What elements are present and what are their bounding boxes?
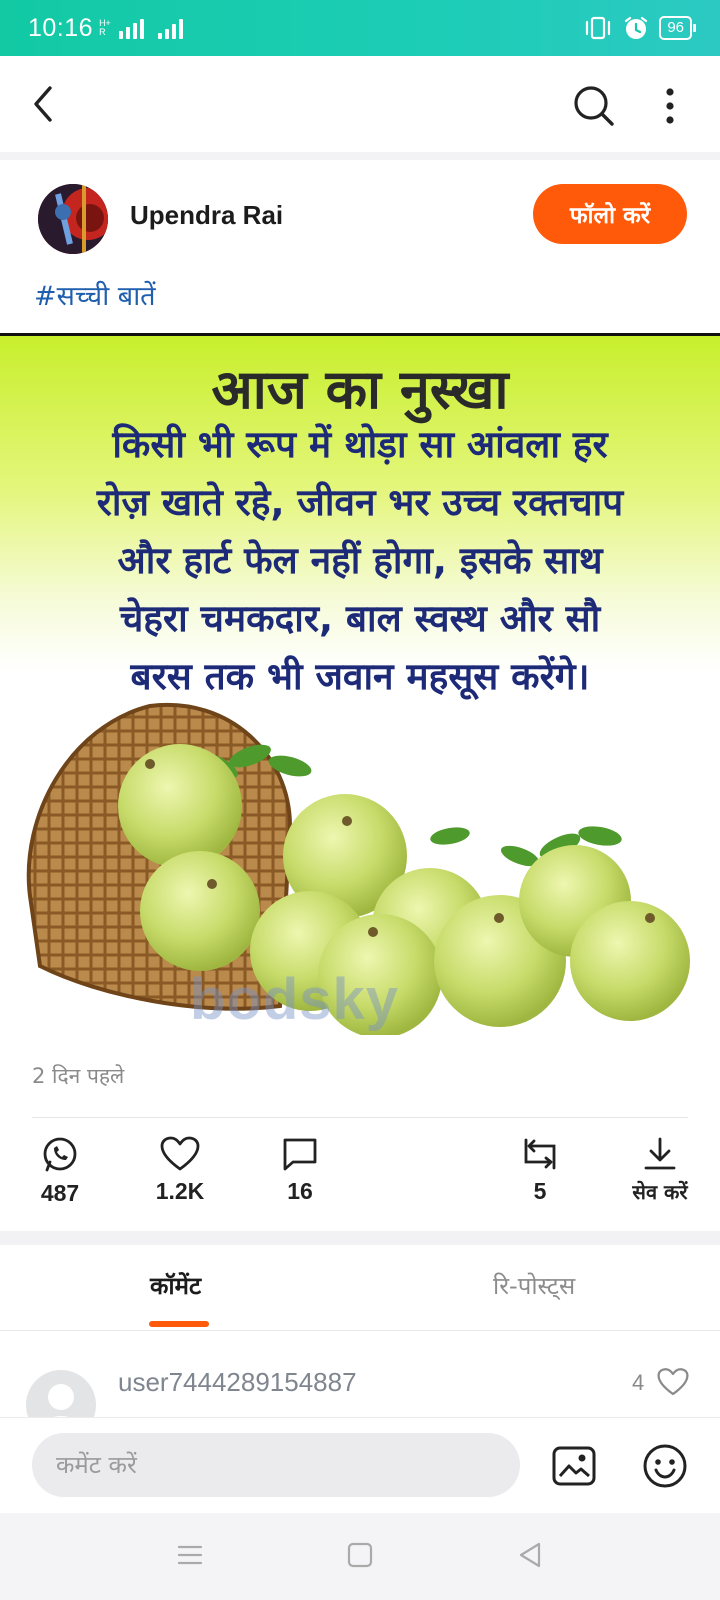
back-button[interactable] — [18, 78, 70, 130]
like-button[interactable]: 1.2K — [125, 1136, 235, 1205]
home-square-icon — [347, 1542, 373, 1568]
comment-input[interactable] — [32, 1433, 520, 1497]
save-button[interactable]: सेव करें — [605, 1136, 715, 1205]
whatsapp-share-button[interactable]: 487 — [5, 1136, 115, 1207]
back-triangle-icon — [519, 1542, 541, 1568]
nav-back-button[interactable] — [508, 1533, 552, 1577]
whatsapp-icon — [43, 1137, 77, 1172]
comment-button[interactable]: 16 — [245, 1136, 355, 1205]
active-tab-indicator — [149, 1321, 209, 1327]
status-time: 10:16 — [28, 13, 94, 42]
heart-icon — [160, 1136, 200, 1171]
tab-comments[interactable]: कॉमेंट — [150, 1269, 201, 1302]
comment-heart-icon[interactable] — [657, 1367, 689, 1397]
avatar-image — [38, 184, 108, 254]
repost-button[interactable]: 5 — [485, 1136, 595, 1205]
signal-icon-2 — [158, 17, 184, 39]
battery-indicator: 96 — [659, 16, 696, 40]
comment-count: 16 — [287, 1178, 313, 1204]
comment-icon — [283, 1138, 317, 1171]
repost-icon — [524, 1138, 556, 1170]
image-text-line: रोज़ खाते रहे, जीवन भर उच्च रक्तचाप — [96, 481, 624, 524]
section-divider — [0, 1231, 720, 1245]
image-text: किसी भी रूप में थोड़ा सा आंवला हर रोज़ ख… — [10, 416, 710, 706]
system-nav-bar — [0, 1513, 720, 1600]
header-divider — [0, 152, 720, 160]
whatsapp-count: 487 — [40, 1180, 80, 1206]
image-title: आज का नुस्खा — [211, 358, 509, 421]
comment-like-count: 4 — [632, 1370, 645, 1395]
like-count: 1.2K — [155, 1178, 205, 1204]
commenter-name[interactable]: user7444289154887 — [118, 1367, 357, 1398]
save-label: सेव करें — [632, 1180, 688, 1204]
more-options-button[interactable] — [648, 78, 692, 134]
image-text-line: चेहरा चमकदार, बाल स्वस्थ और सौ — [119, 597, 601, 640]
repost-count: 5 — [533, 1178, 547, 1204]
back-arrow-icon — [34, 86, 52, 122]
search-button[interactable] — [566, 78, 622, 134]
tab-reposts[interactable]: रि-पोस्ट्स — [493, 1269, 575, 1302]
alarm-icon — [625, 16, 648, 39]
post-time: 2 दिन पहले — [32, 1064, 125, 1088]
image-icon — [552, 1446, 596, 1486]
emoji-button[interactable] — [640, 1441, 690, 1491]
comment-input-bar — [0, 1417, 720, 1513]
menu-icon — [177, 1545, 203, 1565]
author-name[interactable]: Upendra Rai — [130, 200, 283, 231]
emoji-icon — [643, 1444, 687, 1488]
app-bar — [0, 56, 720, 152]
image-text-line: और हार्ट फेल नहीं होगा, इसके साथ — [117, 539, 603, 582]
nav-home-button[interactable] — [338, 1533, 382, 1577]
comment-tabs: कॉमेंट रि-पोस्ट्स — [0, 1245, 720, 1331]
actions-divider — [32, 1117, 688, 1118]
search-icon — [574, 86, 614, 126]
add-image-button[interactable] — [550, 1442, 598, 1490]
download-icon — [644, 1137, 676, 1170]
image-text-line: किसी भी रूप में थोड़ा सा आंवला हर — [112, 423, 608, 466]
image-watermark: bodsky — [190, 967, 400, 1032]
follow-button[interactable]: फॉलो करें — [533, 184, 687, 244]
vibrate-icon — [586, 16, 611, 40]
hashtag-link[interactable]: #सच्ची बातें — [34, 276, 156, 313]
author-avatar[interactable] — [38, 184, 108, 254]
post-image[interactable]: आज का नुस्खा किसी भी रूप में थोड़ा सा आं… — [0, 333, 720, 1035]
more-vertical-icon — [666, 88, 674, 124]
status-bar: 10:16 H+ R 96 — [0, 0, 720, 56]
network-type-label: H+ R — [99, 18, 111, 37]
nav-menu-button[interactable] — [168, 1533, 212, 1577]
signal-icon — [119, 17, 145, 39]
